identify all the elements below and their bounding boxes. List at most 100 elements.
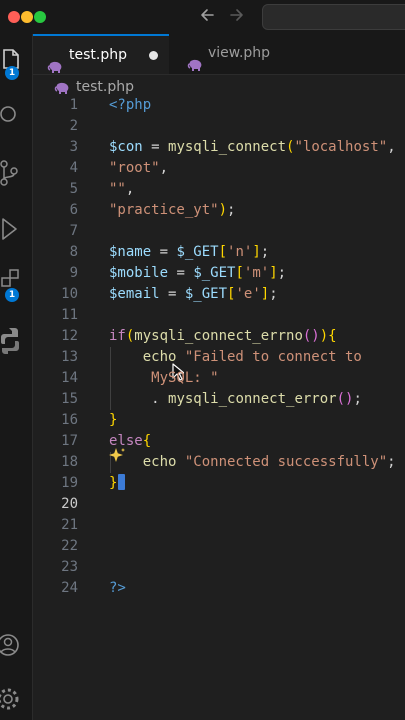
code-line[interactable]: 13 echo "Failed to connect to — [33, 347, 405, 368]
code-text: $con = mysqli_connect("localhost", — [109, 137, 396, 158]
code-token: 'm' — [243, 265, 270, 281]
code-token: echo — [109, 349, 185, 365]
line-number: 2 — [69, 118, 78, 134]
code-token: MySQL: " — [109, 370, 219, 386]
code-editor[interactable]: 1 <?php 2 3 $con = mysqli_connect("localhost… — [33, 95, 405, 720]
code-token: } — [109, 412, 118, 428]
code-token: ; — [387, 454, 396, 470]
line-number: 12 — [61, 328, 78, 344]
code-token: $_GET — [193, 265, 236, 281]
search-icon[interactable] — [0, 96, 32, 130]
code-text: "root", — [109, 158, 168, 179]
code-line[interactable]: 1 <?php — [33, 95, 405, 116]
minimize-window-button[interactable] — [21, 11, 33, 23]
python-icon[interactable] — [0, 324, 32, 358]
arrow-left-icon[interactable] — [198, 6, 216, 29]
code-line[interactable]: 15 . mysqli_connect_error(); — [33, 389, 405, 410]
code-line[interactable]: 10 $email = $_GET['e']; — [33, 284, 405, 305]
code-line[interactable]: 2 — [33, 116, 405, 137]
account-icon[interactable] — [0, 628, 32, 662]
code-token: { — [142, 433, 152, 449]
code-token: , — [125, 181, 135, 197]
code-token: = — [159, 286, 185, 302]
breadcrumb-file-label: test.php — [76, 79, 134, 95]
code-token: ; — [277, 265, 287, 281]
extensions-icon[interactable]: 1 — [0, 266, 32, 302]
code-token: else — [109, 433, 143, 449]
extensions-badge: 1 — [5, 288, 19, 302]
close-window-button[interactable] — [8, 11, 20, 23]
code-line[interactable]: 7 — [33, 221, 405, 242]
code-token: [ — [235, 265, 244, 281]
code-text: . mysqli_connect_error(); — [109, 389, 362, 410]
code-line[interactable]: 8 $name = $_GET['n']; — [33, 242, 405, 263]
code-token: mysqli_connect_errno — [134, 328, 303, 344]
line-number: 16 — [61, 412, 78, 428]
tab-label: view.php — [208, 45, 271, 61]
source-control-icon[interactable] — [0, 156, 32, 190]
code-text: <?php — [109, 95, 151, 116]
unsaved-changes-dot[interactable] — [149, 51, 158, 60]
line-number: 18 — [61, 454, 78, 470]
line-number: 4 — [69, 160, 78, 176]
line-number: 19 — [61, 475, 78, 491]
code-token: () — [302, 328, 320, 344]
code-line[interactable]: 17 else{ — [33, 431, 405, 452]
code-line[interactable]: 11 — [33, 305, 405, 326]
code-token: } — [109, 475, 118, 491]
tab-label: test.php — [69, 47, 127, 63]
code-text: echo "Failed to connect to — [109, 347, 362, 368]
tab-view-php[interactable]: view.php — [173, 34, 303, 74]
code-line[interactable]: 20 — [33, 494, 405, 515]
code-text: ?> — [109, 578, 126, 599]
code-line[interactable]: 19} — [33, 473, 405, 494]
code-text: "", — [109, 179, 134, 200]
code-token: 'n' — [227, 244, 253, 260]
code-line[interactable]: 23 — [33, 557, 405, 578]
code-line[interactable]: 21 — [33, 515, 405, 536]
line-number: 13 — [61, 349, 78, 365]
code-token: . — [109, 391, 169, 407]
command-center-search[interactable] — [262, 4, 405, 30]
code-text: MySQL: " — [109, 368, 219, 389]
code-text: } — [109, 410, 117, 431]
code-line[interactable]: 5 "", — [33, 179, 405, 200]
code-line[interactable]: 24 ?> — [33, 578, 405, 599]
code-line[interactable]: 22 — [33, 536, 405, 557]
code-text: } — [109, 473, 126, 494]
code-line[interactable]: 6 "practice_yt"); — [33, 200, 405, 221]
line-number: 24 — [61, 580, 78, 596]
line-number: 23 — [61, 559, 78, 575]
code-line[interactable]: 12 if(mysqli_connect_errno()){ — [33, 326, 405, 347]
code-token: $name — [109, 244, 152, 260]
line-number: 7 — [69, 223, 78, 239]
line-number: 21 — [61, 517, 78, 533]
line-number: 9 — [69, 265, 78, 281]
arrow-right-icon[interactable] — [228, 6, 246, 29]
files-icon[interactable]: 1 — [0, 44, 32, 80]
code-token: mysqli_connect_error — [168, 391, 337, 407]
code-token: "practice_yt" — [109, 202, 219, 218]
zoom-window-button[interactable] — [34, 11, 46, 23]
line-number: 8 — [69, 244, 78, 260]
tab-bar: test.php view.php — [33, 34, 405, 75]
code-line[interactable]: 18 echo "Connected successfully"; — [33, 452, 405, 473]
code-token: ; — [353, 391, 362, 407]
code-line[interactable]: 4 "root", — [33, 158, 405, 179]
code-line[interactable]: 9 $mobile = $_GET['m']; — [33, 263, 405, 284]
run-debug-icon[interactable] — [0, 212, 32, 246]
code-token: { — [328, 328, 337, 344]
code-token: $email — [109, 286, 160, 302]
code-token: $_GET — [184, 286, 228, 302]
code-token: ] — [252, 244, 261, 260]
code-line[interactable]: 16} — [33, 410, 405, 431]
code-token: $mobile — [109, 265, 169, 281]
tab-test-php[interactable]: test.php — [33, 34, 169, 74]
code-token: "Connected successfully" — [184, 454, 388, 470]
code-line[interactable]: 3 $con = mysqli_connect("localhost", — [33, 137, 405, 158]
text-cursor — [118, 474, 126, 490]
code-line[interactable]: 14 MySQL: " — [33, 368, 405, 389]
code-text: "practice_yt"); — [109, 200, 235, 221]
code-token: , — [159, 160, 169, 176]
gear-icon[interactable] — [0, 682, 32, 716]
